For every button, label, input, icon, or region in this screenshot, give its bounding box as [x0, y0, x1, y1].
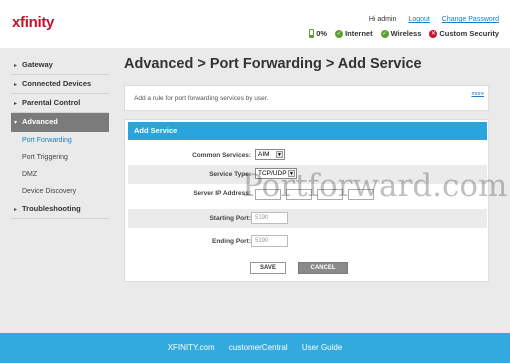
service-type-value: TCP/UDP: [258, 170, 287, 177]
sidebar-item-label: Parental Control: [22, 98, 81, 107]
more-link[interactable]: more: [471, 91, 484, 97]
save-button[interactable]: SAVE: [250, 262, 286, 274]
ip-octet-2-input[interactable]: [286, 189, 312, 200]
add-service-form: Add Service Common Services: AIM ▼ Servi…: [124, 119, 489, 282]
ending-port-input[interactable]: 5190: [251, 235, 288, 247]
footer-link-customercentral[interactable]: customerCentral: [229, 343, 288, 352]
common-services-value: AIM: [258, 151, 270, 158]
sidebar-subitem-port-forwarding[interactable]: Port Forwarding: [11, 132, 109, 149]
chevron-down-icon: ▼: [288, 170, 295, 177]
sidebar-item-label: Troubleshooting: [22, 204, 81, 213]
cancel-button[interactable]: CANCEL: [298, 262, 348, 274]
greeting-text: Hi admin: [368, 16, 397, 23]
common-services-label: Common Services:: [192, 152, 251, 159]
ip-octet-3-input[interactable]: [317, 189, 343, 200]
wireless-label: Wireless: [390, 29, 422, 38]
starting-port-row: Starting Port: 5190: [128, 209, 487, 228]
wireless-status: ✓ Wireless: [380, 29, 422, 38]
ip-octet-1-input[interactable]: [255, 189, 281, 200]
description-text: Add a rule for port forwarding services …: [134, 95, 269, 102]
battery-icon: [309, 29, 315, 38]
sidebar-item-gateway[interactable]: ▸ Gateway: [11, 56, 109, 75]
ending-port-row: Ending Port: 5190: [128, 232, 487, 251]
sidebar-item-troubleshooting[interactable]: ▸ Troubleshooting: [11, 200, 109, 219]
service-type-label: Service Type:: [209, 171, 251, 178]
server-ip-row: Server IP Address:: [128, 184, 487, 203]
internet-status: ✓ Internet: [335, 29, 373, 38]
starting-port-label: Starting Port:: [209, 215, 251, 222]
sidebar-subitem-port-triggering[interactable]: Port Triggering: [11, 149, 109, 166]
common-services-select[interactable]: AIM ▼: [255, 149, 285, 160]
account-links: Hi admin Logout Change Password: [359, 16, 499, 23]
sidebar-item-label: Gateway: [22, 60, 53, 69]
ending-port-label: Ending Port:: [212, 238, 251, 245]
sidebar-subitem-device-discovery[interactable]: Device Discovery: [11, 183, 109, 200]
sidebar-nav: ▸ Gateway ▸ Connected Devices ▸ Parental Co…: [11, 56, 109, 219]
check-icon: ✓: [380, 29, 389, 38]
service-type-row: Service Type: TCP/UDP ▼: [128, 165, 487, 184]
top-header: xfinity Hi admin Logout Change Password …: [0, 0, 510, 48]
service-type-select[interactable]: TCP/UDP ▼: [255, 168, 297, 179]
battery-status: 0%: [309, 29, 327, 38]
close-icon: ✕: [429, 29, 438, 38]
sidebar-item-label: Advanced: [22, 117, 58, 126]
form-header: Add Service: [128, 122, 487, 140]
security-label: Custom Security: [439, 29, 499, 38]
sidebar-subitem-dmz[interactable]: DMZ: [11, 166, 109, 183]
footer-links: XFINITY.com customerCentral User Guide: [0, 343, 510, 352]
footer-link-user-guide[interactable]: User Guide: [302, 343, 342, 352]
change-password-link[interactable]: Change Password: [442, 16, 499, 23]
chevron-right-icon: ▸: [14, 207, 18, 213]
sidebar-item-connected-devices[interactable]: ▸ Connected Devices: [11, 75, 109, 94]
status-bar: 0% ✓ Internet ✓ Wireless ✕ Custom Securi…: [305, 29, 499, 38]
chevron-right-icon: ▸: [14, 101, 18, 107]
sidebar-item-parental-control[interactable]: ▸ Parental Control: [11, 94, 109, 113]
security-status: ✕ Custom Security: [429, 29, 499, 38]
footer-link-xfinity[interactable]: XFINITY.com: [168, 343, 215, 352]
chevron-right-icon: ▸: [14, 82, 18, 88]
sidebar-item-label: Connected Devices: [22, 79, 92, 88]
chevron-down-icon: ▾: [14, 120, 18, 126]
starting-port-input[interactable]: 5190: [251, 212, 288, 224]
check-icon: ✓: [335, 29, 344, 38]
logout-link[interactable]: Logout: [408, 16, 429, 23]
chevron-right-icon: ▸: [14, 63, 18, 69]
chevron-down-icon: ▼: [276, 151, 283, 158]
common-services-row: Common Services: AIM ▼: [128, 146, 487, 165]
sidebar-item-advanced[interactable]: ▾ Advanced: [11, 113, 109, 132]
footer: XFINITY.com customerCentral User Guide: [0, 333, 510, 363]
internet-label: Internet: [345, 29, 373, 38]
server-ip-label: Server IP Address:: [193, 190, 251, 197]
page-title: Advanced > Port Forwarding > Add Service: [124, 56, 422, 72]
description-box: Add a rule for port forwarding services …: [124, 85, 489, 111]
battery-value: 0%: [316, 29, 328, 38]
ip-octet-4-input[interactable]: [348, 189, 374, 200]
xfinity-logo: xfinity: [12, 14, 55, 31]
